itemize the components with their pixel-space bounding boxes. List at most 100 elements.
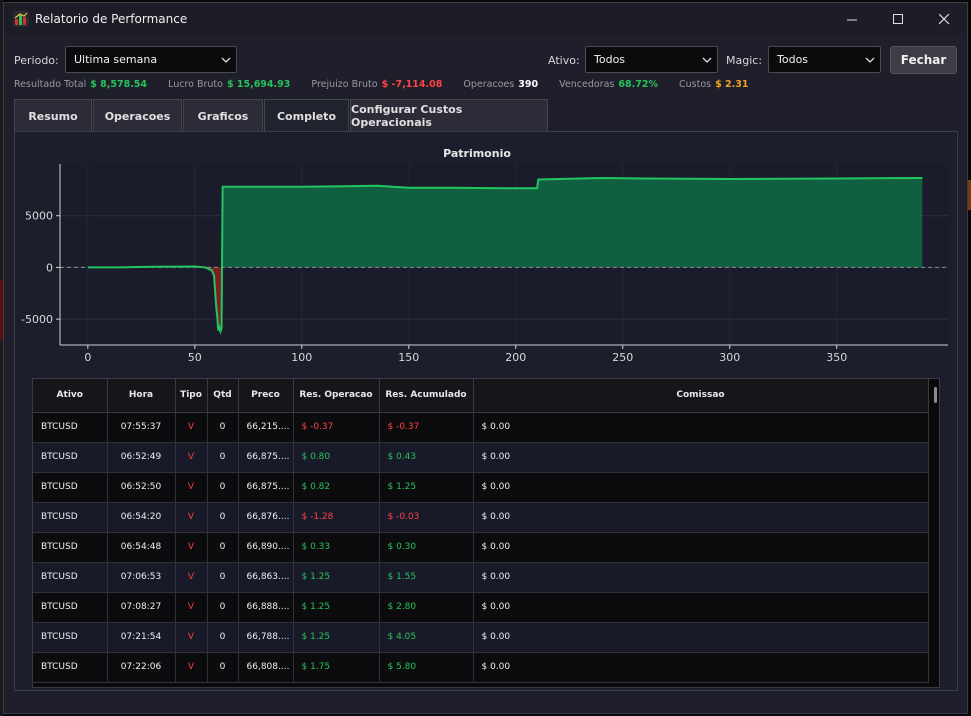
cell-ativo: BTCUSD — [33, 442, 108, 473]
operations-table[interactable]: Ativo Hora Tipo Qtd Preco Res. Operacao … — [32, 378, 940, 688]
x-tick-label: 200 — [505, 351, 526, 364]
table-row[interactable]: BTCUSD 06:54:20 V 0 66,876.... $ -1.28 $ -0.03… — [33, 502, 929, 533]
ativo-label: Ativo: — [548, 54, 580, 67]
cell-qtd: 0 — [207, 622, 239, 653]
periodo-select[interactable]: Ultima semana — [65, 46, 237, 73]
maximize-button[interactable] — [875, 3, 921, 35]
col-header-ativo[interactable]: Ativo — [33, 379, 108, 413]
cell-res-acumulado: $ 1.25 — [379, 472, 474, 503]
tab-resumo[interactable]: Resumo — [14, 99, 92, 132]
cell-hora: 07:08:27 — [107, 592, 176, 623]
tab-graficos[interactable]: Graficos — [183, 99, 263, 132]
vencedoras-label: Vencedoras — [559, 79, 615, 90]
cell-comissao: $ 0.00 — [473, 592, 929, 623]
close-button[interactable] — [921, 3, 967, 35]
col-header-res-acumulado[interactable]: Res. Acumulado — [379, 379, 474, 413]
ativo-select[interactable]: Todos — [585, 46, 718, 73]
cell-tipo: V — [175, 622, 208, 653]
filter-bar: Periodo: Ultima semana Ativo: Todos Magi… — [4, 45, 967, 75]
window-title: Relatorio de Performance — [35, 12, 188, 26]
cell-tipo: V — [175, 502, 208, 533]
table-row[interactable]: BTCUSD 06:52:49 V 0 66,875.... $ 0.80 $ 0.43 $ … — [33, 442, 929, 473]
cell-hora: 06:52:49 — [107, 442, 176, 473]
cell-res-operacao: $ 0.80 — [293, 442, 380, 473]
col-header-qtd[interactable]: Qtd — [207, 379, 239, 413]
cell-preco: 66,808.... — [238, 652, 294, 683]
performance-report-window: Relatorio de Performance Periodo: Ultima… — [3, 2, 968, 714]
summary-stats: Resultado Total $ 8,578.54 Lucro Bruto $ 1… — [14, 79, 752, 90]
table-row[interactable]: BTCUSD 07:55:37 V 0 66,215.... $ -0.37 $ -0.37… — [33, 412, 929, 443]
prejuizo-value: $ -7,114.08 — [381, 79, 443, 90]
title-bar[interactable]: Relatorio de Performance — [4, 3, 967, 35]
table-scrollbar[interactable] — [934, 387, 937, 403]
cell-comissao: $ 0.00 — [473, 502, 929, 533]
periodo-label: Periodo: — [14, 54, 59, 67]
y-tick-label: -5000 — [21, 313, 53, 326]
chevron-down-icon — [221, 57, 231, 63]
col-header-comissao[interactable]: Comissao — [473, 379, 929, 413]
cell-res-operacao: $ -0.37 — [293, 412, 380, 443]
cell-comissao: $ 0.00 — [473, 532, 929, 563]
y-tick-label: 5000 — [25, 210, 53, 223]
cell-tipo: V — [175, 592, 208, 623]
col-header-preco[interactable]: Preco — [238, 379, 294, 413]
x-tick-label: 150 — [398, 351, 419, 364]
cell-ativo: BTCUSD — [33, 532, 108, 563]
cell-res-acumulado: $ 1.55 — [379, 562, 474, 593]
chart-title: Patrimonio — [443, 147, 511, 160]
cell-preco: 66,888.... — [238, 592, 294, 623]
tab-operacoes[interactable]: Operacoes — [93, 99, 182, 132]
cell-tipo: V — [175, 562, 208, 593]
x-tick-label: 0 — [84, 351, 91, 364]
x-tick-label: 350 — [826, 351, 847, 364]
table-row[interactable]: BTCUSD 06:54:48 V 0 66,890.... $ 0.33 $ 0.30 $ … — [33, 532, 929, 563]
x-tick-label: 50 — [188, 351, 202, 364]
cell-tipo: V — [175, 412, 208, 443]
cell-res-operacao: $ 1.75 — [293, 652, 380, 683]
table-row[interactable]: BTCUSD 07:22:06 V 0 66,808.... $ 1.75 $ 5.80 $ … — [33, 652, 929, 683]
cell-res-operacao: $ 1.25 — [293, 622, 380, 653]
table-row[interactable]: BTCUSD 07:21:54 V 0 66,788.... $ 1.25 $ 4.05 $ … — [33, 622, 929, 653]
cell-res-operacao: $ -1.28 — [293, 502, 380, 533]
magic-select[interactable]: Todos — [768, 46, 881, 73]
cell-ativo: BTCUSD — [33, 652, 108, 683]
minimize-button[interactable] — [829, 3, 875, 35]
cell-tipo: V — [175, 532, 208, 563]
cell-hora: 07:22:06 — [107, 652, 176, 683]
operacoes-label: Operacoes — [463, 79, 515, 90]
magic-value: Todos — [777, 53, 809, 66]
tab-configurar-custos[interactable]: Configurar Custos Operacionais — [350, 99, 548, 132]
cell-qtd: 0 — [207, 532, 239, 563]
cell-res-operacao: $ 0.33 — [293, 532, 380, 563]
cell-preco: 66,875.... — [238, 442, 294, 473]
cell-comissao: $ 0.00 — [473, 652, 929, 683]
cell-preco: 66,890.... — [238, 532, 294, 563]
cell-res-acumulado: $ 2.80 — [379, 592, 474, 623]
resultado-value: $ 8,578.54 — [90, 79, 148, 90]
cell-hora: 06:54:48 — [107, 532, 176, 563]
cell-res-operacao: $ 0.82 — [293, 472, 380, 503]
cell-tipo: V — [175, 472, 208, 503]
cell-comissao: $ 0.00 — [473, 442, 929, 473]
tab-completo[interactable]: Completo — [264, 99, 349, 132]
table-row[interactable]: BTCUSD 07:08:27 V 0 66,888.... $ 1.25 $ 2.80 $ … — [33, 592, 929, 623]
col-header-hora[interactable]: Hora — [107, 379, 176, 413]
table-row[interactable]: BTCUSD 07:06:53 V 0 66,863.... $ 1.25 $ 1.55 $ … — [33, 562, 929, 593]
table-row[interactable]: BTCUSD 06:52:50 V 0 66,875.... $ 0.82 $ 1.25 $ … — [33, 472, 929, 503]
close-icon — [938, 13, 949, 24]
maximize-icon — [892, 13, 903, 24]
cell-res-acumulado: $ -0.37 — [379, 412, 474, 443]
cell-preco: 66,875.... — [238, 472, 294, 503]
cell-ativo: BTCUSD — [33, 502, 108, 533]
custos-value: $ 2.31 — [715, 79, 749, 90]
fechar-button[interactable]: Fechar — [890, 46, 957, 74]
cell-qtd: 0 — [207, 412, 239, 443]
cell-qtd: 0 — [207, 652, 239, 683]
col-header-res-operacao[interactable]: Res. Operacao — [293, 379, 380, 413]
equity-chart: Patrimonio -5000 0 5000 0 50 100 150 200 250 300 3… — [21, 147, 948, 364]
cell-hora: 06:52:50 — [107, 472, 176, 503]
cell-res-acumulado: $ 0.30 — [379, 532, 474, 563]
cell-qtd: 0 — [207, 442, 239, 473]
col-header-tipo[interactable]: Tipo — [175, 379, 208, 413]
cell-res-acumulado: $ 4.05 — [379, 622, 474, 653]
